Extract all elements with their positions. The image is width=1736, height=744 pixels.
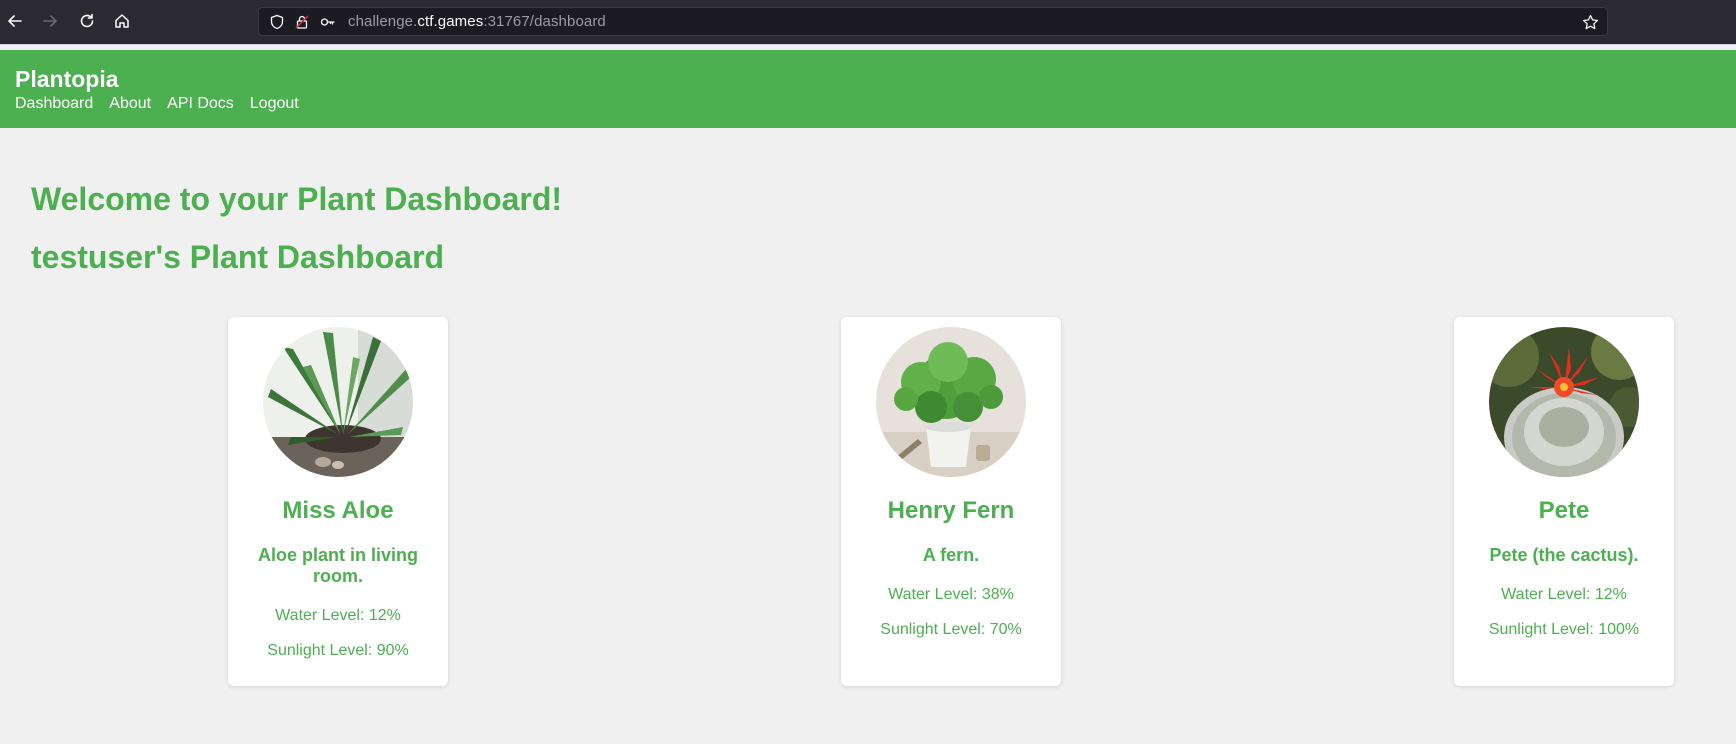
plant-description: A fern. (922, 545, 980, 565)
nav-logout[interactable]: Logout (250, 95, 299, 113)
fern-photo (876, 327, 1026, 477)
plant-description: Aloe plant in living room. (257, 545, 418, 586)
cactus-photo (1489, 327, 1639, 477)
plant-description: Pete (the cactus). (1489, 545, 1639, 565)
browser-toolbar: challenge.ctf.games:31767/dashboard (0, 0, 1736, 44)
address-bar[interactable]: challenge.ctf.games:31767/dashboard (258, 7, 1608, 36)
plant-name: Henry Fern (887, 497, 1015, 524)
nav-api-docs[interactable]: API Docs (167, 95, 234, 113)
plant-card-fern: Henry Fern A fern. Water Level: 38% Sunl… (841, 317, 1061, 686)
plant-name: Pete (1538, 497, 1590, 524)
welcome-heading: Welcome to your Plant Dashboard! (31, 181, 563, 217)
nav-about[interactable]: About (109, 95, 151, 113)
dashboard-heading: testuser's Plant Dashboard (31, 239, 445, 275)
bookmark-star-icon[interactable] (1582, 14, 1599, 31)
plant-name: Miss Aloe (282, 497, 394, 524)
forward-icon[interactable] (39, 10, 61, 32)
lock-insecure-icon[interactable] (294, 14, 310, 30)
home-icon[interactable] (111, 10, 133, 32)
plant-card-cactus: Pete Pete (the cactus). Water Level: 12%… (1454, 317, 1674, 686)
url-text[interactable]: challenge.ctf.games:31767/dashboard (348, 13, 606, 30)
site-header: Plantopia Dashboard About API Docs Logou… (0, 50, 1736, 128)
plant-card-aloe: Miss Aloe Aloe plant in living room. Wat… (228, 317, 448, 686)
sunlight-level: Sunlight Level: 70% (880, 621, 1022, 638)
water-level: Water Level: 12% (1501, 586, 1627, 603)
aloe-photo (263, 327, 413, 477)
key-icon[interactable] (320, 14, 336, 30)
water-level: Water Level: 38% (888, 586, 1014, 603)
back-icon[interactable] (4, 10, 26, 32)
main-nav: Dashboard About API Docs Logout (15, 95, 299, 113)
brand-logo-text[interactable]: Plantopia (15, 66, 119, 93)
sunlight-level: Sunlight Level: 100% (1488, 621, 1640, 638)
shield-icon[interactable] (269, 14, 285, 30)
reload-icon[interactable] (76, 10, 98, 32)
nav-dashboard[interactable]: Dashboard (15, 95, 93, 113)
water-level: Water Level: 12% (275, 607, 401, 624)
sunlight-level: Sunlight Level: 90% (267, 642, 409, 659)
